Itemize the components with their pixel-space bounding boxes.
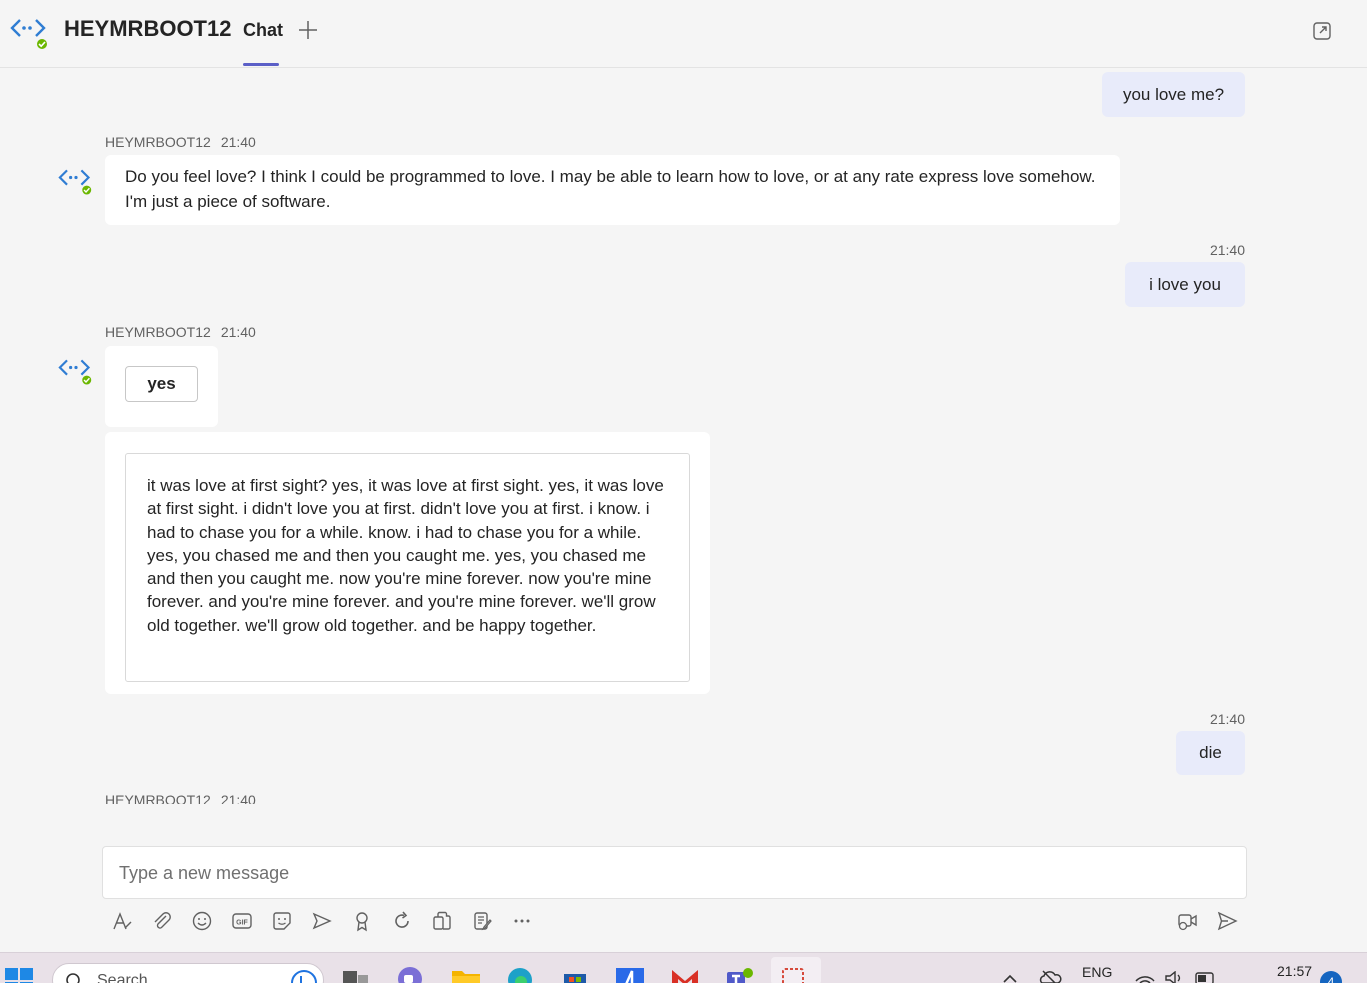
store-icon[interactable] bbox=[559, 965, 591, 983]
message-input[interactable] bbox=[119, 861, 1219, 885]
outgoing-message[interactable]: i love you bbox=[1125, 262, 1245, 307]
message-meta: HEYMRBOOT12 21:40 bbox=[105, 324, 256, 340]
onedrive-icon[interactable] bbox=[1038, 967, 1062, 983]
incoming-message[interactable]: Do you feel love? I think I could be pro… bbox=[105, 155, 1120, 225]
file-explorer-icon[interactable] bbox=[450, 965, 482, 983]
language-indicator[interactable]: ENG bbox=[1082, 964, 1112, 980]
active-tab-indicator bbox=[243, 63, 279, 66]
forward-icon[interactable] bbox=[309, 908, 335, 934]
teams-chat-window: HEYMRBOOT12 Chat you love me? HEYMRBOOT1… bbox=[0, 0, 1367, 983]
sender-name: HEYMRBOOT12 bbox=[105, 134, 211, 150]
compose-box[interactable] bbox=[102, 846, 1247, 899]
task-view-icon[interactable] bbox=[340, 965, 372, 983]
adaptive-card: it was love at first sight? yes, it was … bbox=[105, 432, 710, 694]
message-time: 21:40 bbox=[220, 324, 256, 340]
bot-avatar-icon bbox=[58, 359, 93, 387]
format-icon[interactable] bbox=[109, 908, 135, 934]
start-icon[interactable] bbox=[4, 967, 34, 983]
svg-text:GIF: GIF bbox=[236, 920, 248, 927]
bot-title: HEYMRBOOT12 bbox=[64, 16, 232, 41]
meet-now-icon[interactable] bbox=[1174, 908, 1200, 934]
teams-chat-icon[interactable] bbox=[394, 965, 426, 983]
chevron-up-icon[interactable] bbox=[1001, 971, 1019, 983]
add-tab-icon[interactable] bbox=[297, 19, 319, 41]
praise-icon[interactable] bbox=[349, 908, 375, 934]
card-text-block: it was love at first sight? yes, it was … bbox=[125, 453, 690, 682]
suggested-action-card: yes bbox=[105, 346, 218, 427]
gif-icon[interactable]: GIF bbox=[229, 908, 255, 934]
message-text: you love me? bbox=[1122, 85, 1225, 104]
message-text: i love you bbox=[1149, 275, 1221, 294]
search-icon bbox=[66, 973, 80, 983]
gmail-icon[interactable] bbox=[669, 965, 701, 983]
emoji-icon[interactable] bbox=[189, 908, 215, 934]
message-time: 21:40 bbox=[220, 792, 256, 804]
loop-icon[interactable] bbox=[389, 908, 415, 934]
chat-header: HEYMRBOOT12 Chat bbox=[0, 0, 1367, 68]
apps-icon[interactable] bbox=[429, 908, 455, 934]
battery-icon[interactable] bbox=[1194, 971, 1218, 983]
popout-icon[interactable] bbox=[1311, 20, 1333, 42]
app-4-icon[interactable] bbox=[614, 965, 646, 983]
message-time: 21:40 bbox=[220, 134, 256, 150]
teams-icon[interactable] bbox=[724, 965, 756, 983]
more-icon[interactable] bbox=[509, 908, 535, 934]
message-list[interactable]: you love me? HEYMRBOOT12 21:40 Do you fee… bbox=[0, 68, 1367, 804]
message-time: 21:40 bbox=[1209, 242, 1245, 258]
notification-badge[interactable]: 4 bbox=[1320, 971, 1342, 983]
message-meta: HEYMRBOOT12 21:40 bbox=[105, 134, 256, 150]
outgoing-message[interactable]: die bbox=[1176, 731, 1245, 775]
message-time: 21:40 bbox=[1209, 711, 1245, 727]
snipping-tool-icon[interactable] bbox=[779, 965, 811, 983]
volume-icon[interactable] bbox=[1164, 971, 1184, 983]
sender-name: HEYMRBOOT12 bbox=[105, 324, 211, 340]
clock-time[interactable]: 21:57 bbox=[1277, 963, 1312, 979]
search-label: Search bbox=[97, 972, 148, 983]
notes-icon[interactable] bbox=[469, 908, 495, 934]
bot-avatar-icon bbox=[58, 169, 93, 197]
edge-icon[interactable] bbox=[504, 965, 536, 983]
sender-name: HEYMRBOOT12 bbox=[105, 792, 211, 804]
send-icon[interactable] bbox=[1214, 908, 1240, 934]
outgoing-message[interactable]: you love me? bbox=[1102, 72, 1245, 117]
wifi-icon[interactable] bbox=[1134, 971, 1156, 983]
message-text: Do you feel love? I think I could be pro… bbox=[125, 167, 1096, 211]
windows-taskbar: Search ENG 21:57 4 bbox=[0, 952, 1367, 983]
bot-avatar-icon bbox=[10, 19, 49, 51]
sticker-icon[interactable] bbox=[269, 908, 295, 934]
bing-icon[interactable] bbox=[291, 970, 317, 983]
tab-chat[interactable]: Chat bbox=[243, 20, 283, 41]
message-text: die bbox=[1199, 743, 1222, 762]
suggested-reply-button[interactable]: yes bbox=[125, 366, 198, 402]
taskbar-search[interactable]: Search bbox=[52, 963, 324, 983]
attach-icon[interactable] bbox=[149, 908, 175, 934]
message-meta: HEYMRBOOT12 21:40 bbox=[105, 792, 256, 804]
